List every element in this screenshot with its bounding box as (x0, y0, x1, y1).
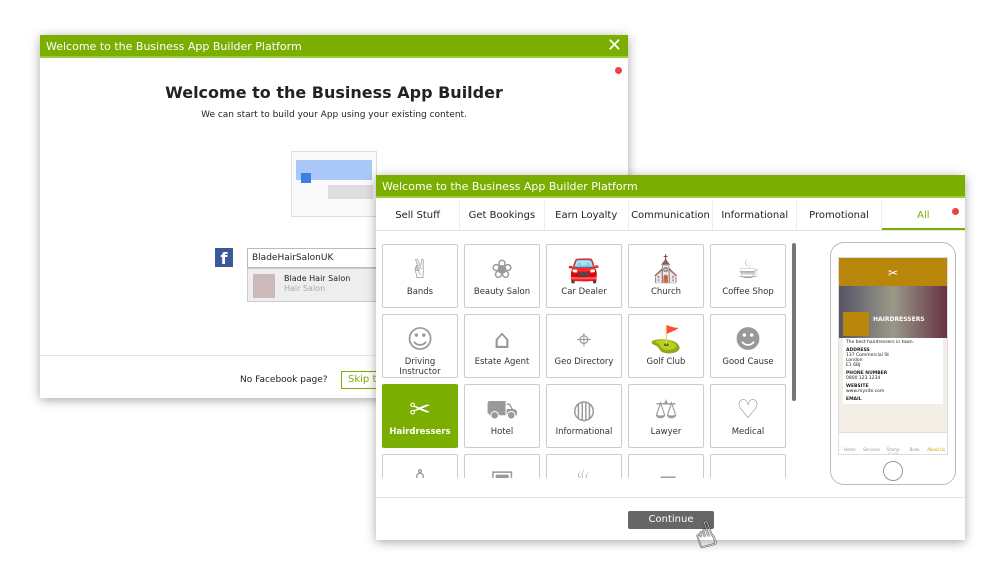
category-driving-instructor[interactable]: ☺ Driving Instructor (382, 314, 458, 378)
category-icon: ☕ (736, 255, 760, 285)
category-icon: ▱ (629, 463, 703, 478)
category-tabs: Sell Stuff Get Bookings Earn Loyalty Commun… (376, 200, 965, 231)
category-label: Car Dealer (561, 287, 607, 297)
suggestion-name: Blade Hair Salon (284, 274, 351, 283)
category-car-dealer[interactable]: 🚘 Car Dealer (546, 244, 622, 308)
preview-nav-item: About Us (927, 447, 946, 452)
preview-nav-item: Book (909, 447, 920, 452)
category-item[interactable]: ☁ (710, 454, 786, 478)
category-label: Good Cause (722, 357, 774, 367)
suggestion-item[interactable]: Blade Hair Salon Hair Salon (247, 268, 377, 302)
category-icon: ☻ (734, 325, 762, 355)
status-dot (952, 208, 959, 215)
page-thumbnail (253, 274, 275, 298)
category-label: Geo Directory (554, 357, 614, 367)
category-icon: 🚘 (567, 255, 601, 285)
page-title: Welcome to the Business App Builder (165, 83, 503, 102)
category-geo-directory[interactable]: ⌖ Geo Directory (546, 314, 622, 378)
business-name: HAIRDRESSERS (873, 316, 925, 323)
tab-all[interactable]: All (881, 200, 965, 230)
preview-nav-item: Stamp Card (886, 447, 900, 455)
category-label: Hotel (490, 427, 514, 437)
category-church[interactable]: ⛪ Church (628, 244, 704, 308)
subtitle: We can start to build your App using you… (201, 110, 467, 120)
category-icon: ♡ (736, 395, 760, 425)
category-dialog: Welcome to the Business App Builder Plat… (376, 175, 965, 540)
category-item[interactable]: ♨ (546, 454, 622, 478)
category-icon: ◍ (572, 395, 596, 425)
facebook-icon: f (215, 248, 233, 268)
tab-sell-stuff[interactable]: Sell Stuff (376, 200, 461, 230)
category-icon: ▣ (465, 463, 539, 478)
category-icon: ☁ (711, 463, 785, 478)
category-item[interactable]: ♙ (382, 454, 458, 478)
close-icon[interactable]: ✕ (607, 36, 622, 56)
category-label: Hairdressers (389, 427, 451, 437)
category-icon: ☺ (406, 325, 434, 355)
email-label: EMAIL (846, 397, 862, 402)
category-label: Medical (731, 427, 765, 437)
no-facebook-label: No Facebook page? (240, 375, 328, 385)
skip-button[interactable]: Skip t (341, 371, 381, 389)
category-item[interactable]: ▣ (464, 454, 540, 478)
preview-nav-item: Home (843, 447, 856, 452)
category-lawyer[interactable]: ⚖ Lawyer (628, 384, 704, 448)
category-icon: ⛪ (649, 255, 683, 285)
category-icon: ♨ (547, 463, 621, 478)
tab-get-bookings[interactable]: Get Bookings (460, 200, 545, 230)
category-icon: ⛳ (649, 325, 683, 355)
category-icon: ✌ (409, 255, 431, 285)
suggestion-category: Hair Salon (284, 284, 326, 293)
category-grid: ✌ Bands ❀ Beauty Salon 🚘 Car Dealer ⛪ Church ☕ Co… (382, 244, 792, 478)
status-dot (615, 67, 622, 74)
category-medical[interactable]: ♡ Medical (710, 384, 786, 448)
category-icon: ⚖ (654, 395, 678, 425)
category-informational[interactable]: ◍ Informational (546, 384, 622, 448)
website-illustration (291, 151, 377, 217)
category-hairdressers[interactable]: ✂ Hairdressers (382, 384, 458, 448)
category-icon: ⌂ (493, 325, 511, 355)
dialog-title: Welcome to the Business App Builder Plat… (40, 35, 628, 58)
website-value: www.mysite.com (846, 389, 885, 394)
dialog-title: Welcome to the Business App Builder Plat… (376, 175, 965, 198)
category-icon: ⛟ (485, 395, 519, 425)
phone-preview: ✂ HAIRDRESSERS The best hairdressers in … (830, 242, 956, 485)
category-item[interactable]: ▱ (628, 454, 704, 478)
tab-earn-loyalty[interactable]: Earn Loyalty (545, 200, 629, 230)
tagline: The best hairdressers in town. (846, 340, 915, 345)
category-beauty-salon[interactable]: ❀ Beauty Salon (464, 244, 540, 308)
tab-communication[interactable]: Communication (629, 200, 714, 230)
category-good-cause[interactable]: ☻ Good Cause (710, 314, 786, 378)
category-label: Beauty Salon (473, 287, 531, 297)
tab-promotional[interactable]: Promotional (797, 200, 882, 230)
preview-nav-item: Services (862, 447, 880, 452)
phone-value: 0800 123 1234 (846, 376, 881, 381)
category-label: Driving Instructor (399, 357, 441, 377)
category-icon: ✂ (409, 395, 431, 425)
scissors-logo-icon: ✂ (839, 258, 947, 286)
category-icon: ♙ (383, 463, 457, 478)
category-estate-agent[interactable]: ⌂ Estate Agent (464, 314, 540, 378)
category-bands[interactable]: ✌ Bands (382, 244, 458, 308)
category-hotel[interactable]: ⛟ Hotel (464, 384, 540, 448)
category-label: Informational (555, 427, 613, 437)
category-label: Estate Agent (474, 357, 530, 367)
preview-bottom-nav: Home Services Stamp Card Book About Us (839, 432, 947, 454)
tab-informational[interactable]: Informational (713, 200, 798, 230)
category-label: Golf Club (646, 357, 686, 367)
category-coffee-shop[interactable]: ☕ Coffee Shop (710, 244, 786, 308)
category-golf-club[interactable]: ⛳ Golf Club (628, 314, 704, 378)
facebook-page-input[interactable]: BladeHairSalonUK (247, 248, 377, 268)
category-icon: ⌖ (576, 325, 592, 355)
category-label: Church (650, 287, 682, 297)
address-line: E1 6BJ (846, 363, 861, 368)
category-icon: ❀ (491, 255, 513, 285)
category-label: Lawyer (650, 427, 682, 437)
category-label: Bands (406, 287, 434, 297)
scrollbar[interactable] (792, 243, 796, 401)
category-label: Coffee Shop (722, 287, 774, 297)
home-button-icon (883, 461, 903, 481)
